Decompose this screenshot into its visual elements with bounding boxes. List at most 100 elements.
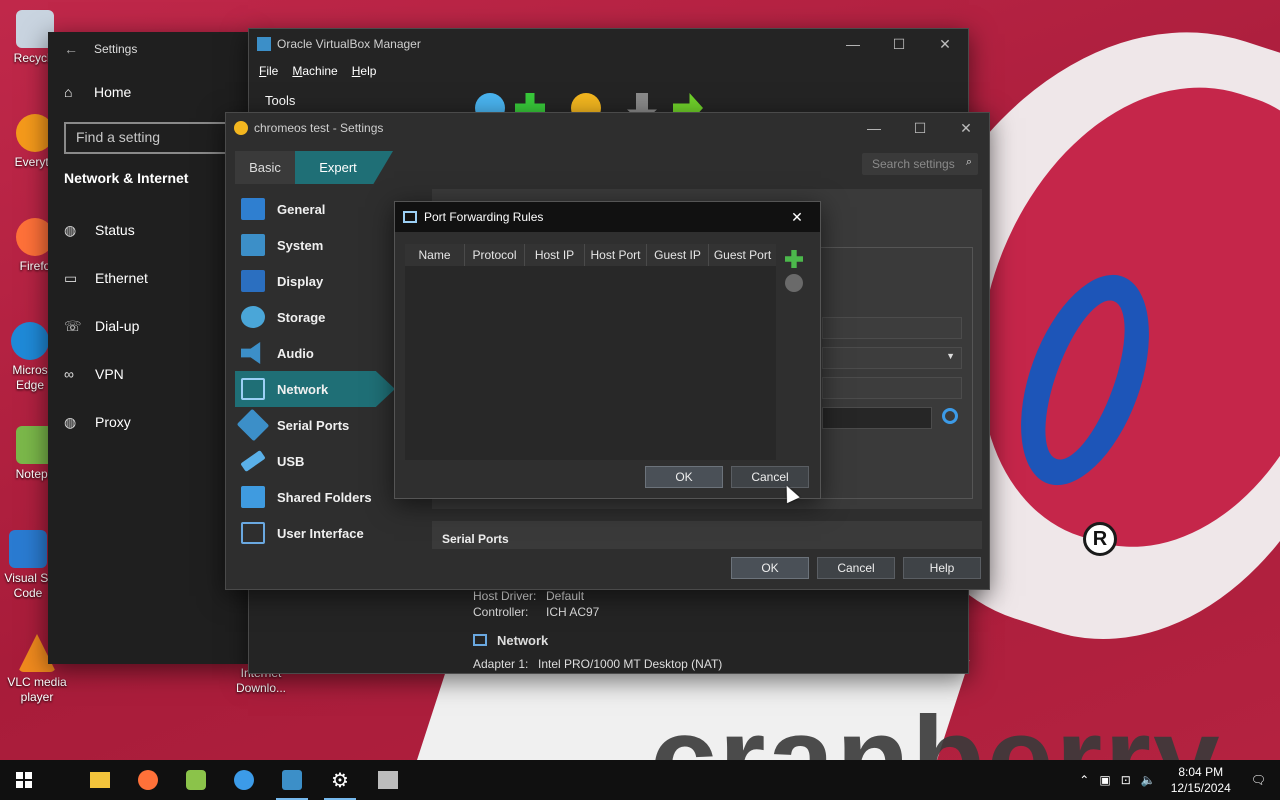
- network-section-header[interactable]: Network: [473, 627, 969, 653]
- notepad-icon: [186, 770, 206, 790]
- mac-address-field[interactable]: [822, 407, 932, 429]
- settings-item-status[interactable]: ◍ Status: [48, 206, 248, 254]
- help-button[interactable]: Help: [903, 557, 981, 579]
- close-button[interactable]: ✕: [774, 202, 820, 232]
- adapter-value: Intel PRO/1000 MT Desktop (NAT): [538, 657, 723, 671]
- rule-actions: [785, 250, 803, 298]
- nav-general[interactable]: General: [235, 191, 395, 227]
- settings-item-vpn[interactable]: ∞ VPN: [48, 350, 248, 398]
- pf-ok-button[interactable]: OK: [645, 466, 723, 488]
- chevron-down-icon: ▼: [946, 351, 955, 361]
- chevron-up-icon[interactable]: ⌃: [1074, 773, 1094, 787]
- settings-home[interactable]: ⌂ Home: [48, 72, 248, 112]
- taskbar: ⚙ ⌃ ▣ ⊡ 🔈 8:04 PM 12/15/2024 🗨: [0, 760, 1280, 800]
- taskbar-app[interactable]: [364, 760, 412, 800]
- windows-logo-icon: [16, 772, 32, 788]
- taskbar-notepad-plus[interactable]: [172, 760, 220, 800]
- controller-value: ICH AC97: [546, 605, 600, 619]
- find-setting-input[interactable]: Find a setting: [64, 122, 248, 154]
- port-forwarding-titlebar: Port Forwarding Rules ✕: [395, 202, 820, 232]
- tools-label[interactable]: Tools: [265, 93, 295, 108]
- rules-table[interactable]: Name Protocol Host IP Host Port Guest IP…: [405, 244, 776, 460]
- column-header-host-ip[interactable]: Host IP: [525, 244, 585, 266]
- port-forwarding-dialog: Port Forwarding Rules ✕ Name Protocol Ho…: [394, 201, 821, 499]
- monitor-icon: [241, 198, 265, 220]
- menu-help[interactable]: Help: [352, 64, 377, 78]
- tab-basic[interactable]: Basic: [235, 151, 295, 184]
- ok-button[interactable]: OK: [731, 557, 809, 579]
- pf-cancel-button[interactable]: Cancel: [731, 466, 809, 488]
- nav-display[interactable]: Display: [235, 263, 395, 299]
- nav-shared-folders[interactable]: Shared Folders: [235, 479, 395, 515]
- volume-muted-icon[interactable]: 🔈: [1136, 773, 1161, 787]
- clock-date: 12/15/2024: [1170, 781, 1231, 795]
- dialup-icon: ☏: [64, 317, 82, 334]
- clock[interactable]: 8:04 PM 12/15/2024: [1161, 764, 1241, 796]
- cancel-button[interactable]: Cancel: [817, 557, 895, 579]
- start-button[interactable]: [0, 760, 48, 800]
- taskbar-ie[interactable]: [220, 760, 268, 800]
- column-header-guest-ip[interactable]: Guest IP: [647, 244, 709, 266]
- taskbar-virtualbox[interactable]: [268, 760, 316, 800]
- remove-rule-icon[interactable]: [785, 274, 803, 292]
- nav-system[interactable]: System: [235, 227, 395, 263]
- nav-network[interactable]: Network: [235, 371, 395, 407]
- notification-icon[interactable]: 🗨: [1241, 773, 1280, 787]
- menu-machine[interactable]: Machine: [292, 64, 337, 78]
- section-title: Network & Internet: [64, 170, 189, 186]
- network-icon: [403, 211, 417, 223]
- minimize-button[interactable]: —: [851, 113, 897, 143]
- speaker-icon: [241, 342, 261, 364]
- vm-settings-titlebar: chromeos test - Settings — ☐ ✕: [226, 113, 989, 143]
- nav-serial-ports[interactable]: Serial Ports: [235, 407, 395, 443]
- close-button[interactable]: ✕: [922, 29, 968, 59]
- ethernet-icon[interactable]: ⊡: [1116, 773, 1136, 787]
- column-header-host-port[interactable]: Host Port: [585, 244, 647, 266]
- globe-icon: [234, 770, 254, 790]
- taskbar-file-explorer[interactable]: [76, 760, 124, 800]
- refresh-icon[interactable]: [942, 408, 958, 424]
- app-window-icon: [378, 771, 398, 789]
- settings-item-dialup[interactable]: ☏ Dial-up: [48, 302, 248, 350]
- gear-icon: ⚙: [331, 769, 349, 792]
- back-arrow-icon[interactable]: ←: [64, 41, 94, 57]
- disk-icon: [241, 306, 265, 328]
- wallpaper-registered-mark: R: [1083, 522, 1117, 556]
- network-status-icon[interactable]: ▣: [1094, 773, 1115, 787]
- column-header-name[interactable]: Name: [405, 244, 465, 266]
- settings-titlebar: ← Settings: [48, 32, 248, 66]
- adapter-type-select[interactable]: [822, 377, 962, 399]
- vbox-manager-titlebar: Oracle VirtualBox Manager — ☐ ✕: [249, 29, 968, 59]
- menu-file[interactable]: File: [259, 64, 278, 78]
- add-rule-icon[interactable]: [785, 250, 803, 268]
- nav-usb[interactable]: USB: [235, 443, 395, 479]
- nav-user-interface[interactable]: User Interface: [235, 515, 395, 551]
- taskbar-firefox[interactable]: [124, 760, 172, 800]
- minimize-button[interactable]: —: [830, 29, 876, 59]
- tab-expert[interactable]: Expert: [295, 151, 393, 184]
- serial-ports-header[interactable]: Serial Ports: [432, 521, 982, 549]
- system-tray: ⌃ ▣ ⊡ 🔈 8:04 PM 12/15/2024 🗨: [1074, 760, 1280, 800]
- nav-storage[interactable]: Storage: [235, 299, 395, 335]
- folder-icon: [90, 772, 110, 788]
- column-header-guest-port[interactable]: Guest Port: [709, 244, 776, 266]
- settings-item-ethernet[interactable]: ▭ Ethernet: [48, 254, 248, 302]
- nav-audio[interactable]: Audio: [235, 335, 395, 371]
- host-driver-value: Default: [546, 589, 585, 603]
- column-header-protocol[interactable]: Protocol: [465, 244, 525, 266]
- search-settings-input[interactable]: Search settings ⌕: [862, 153, 978, 175]
- vbox-manager-title: Oracle VirtualBox Manager: [277, 37, 421, 51]
- settings-item-proxy[interactable]: ◍ Proxy: [48, 398, 248, 446]
- settings-title: Settings: [94, 42, 138, 56]
- taskbar-settings[interactable]: ⚙: [316, 760, 364, 800]
- attached-to-select[interactable]: [822, 317, 962, 339]
- close-button[interactable]: ✕: [943, 113, 989, 143]
- firefox-icon: [138, 770, 158, 790]
- edge-icon: [11, 322, 49, 360]
- vm-details-pane: Host Driver: Default Controller: ICH AC97 …: [473, 589, 969, 673]
- home-icon: ⌂: [64, 84, 73, 100]
- chip-icon: [241, 234, 265, 256]
- maximize-button[interactable]: ☐: [897, 113, 943, 143]
- maximize-button[interactable]: ☐: [876, 29, 922, 59]
- name-select[interactable]: ▼: [822, 347, 962, 369]
